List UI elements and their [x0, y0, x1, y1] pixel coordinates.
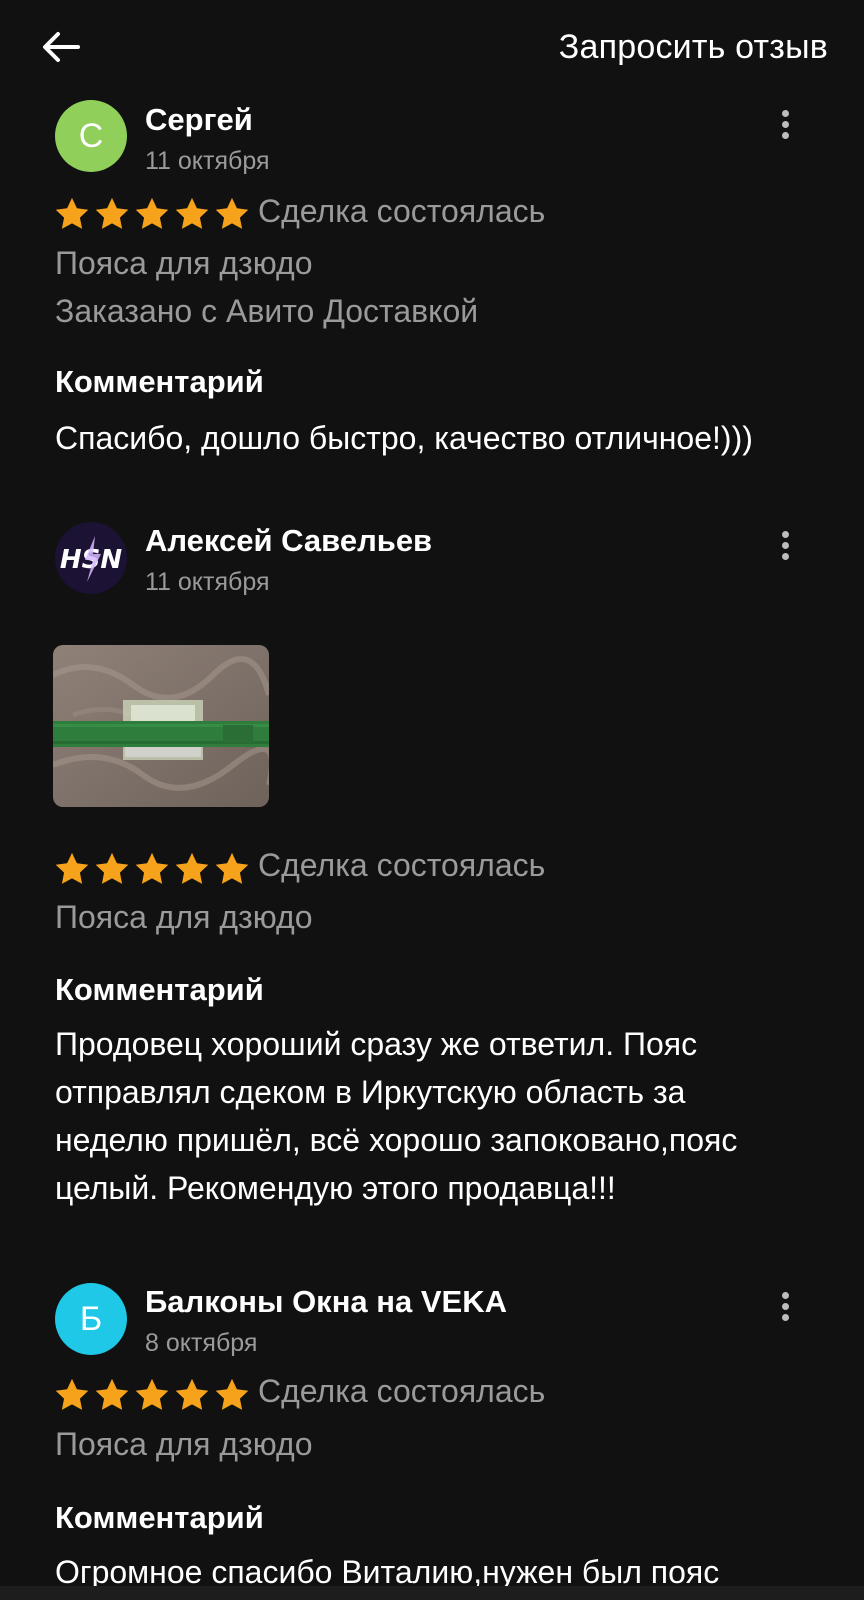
comment-label: Комментарий — [55, 1500, 264, 1535]
comment-line: целый. Рекомендую этого продавца!!! — [55, 1170, 616, 1206]
comment-label: Комментарий — [55, 972, 264, 1007]
item-title[interactable]: Пояса для дзюдо — [55, 899, 312, 936]
reviewer-name[interactable]: Балконы Окна на VEKA — [145, 1284, 507, 1320]
review-date: 11 октября — [145, 568, 270, 596]
review-photo[interactable] — [53, 645, 269, 807]
star-icon — [213, 1376, 251, 1414]
comment-line: Продовец хороший сразу же ответил. Пояс — [55, 1026, 698, 1062]
item-title[interactable]: Пояса для дзюдо — [55, 245, 312, 282]
star-icon — [53, 850, 91, 888]
arrow-left-icon — [43, 32, 80, 62]
more-options-button[interactable] — [770, 523, 800, 573]
dot-icon — [782, 531, 789, 538]
dot-icon — [782, 110, 789, 117]
dot-icon — [782, 121, 789, 128]
star-icon — [93, 195, 131, 233]
star-icon — [173, 195, 211, 233]
dot-icon — [782, 1314, 789, 1321]
deal-status: Сделка состоялась — [258, 193, 546, 229]
comment-line: отправлял сдеком в Иркутскую область за — [55, 1074, 686, 1110]
star-icon — [173, 1376, 211, 1414]
reviewer-name[interactable]: Сергей — [145, 102, 253, 138]
review-date: 8 октября — [145, 1329, 258, 1357]
dot-icon — [782, 1303, 789, 1310]
more-options-button[interactable] — [770, 1284, 800, 1334]
deal-status: Сделка состоялась — [258, 847, 546, 883]
comment-text: Спасибо, дошло быстро, качество отличное… — [55, 420, 753, 456]
top-bar: Запросить отзыв — [0, 0, 864, 100]
star-icon — [213, 850, 251, 888]
star-icon — [53, 195, 91, 233]
more-options-button[interactable] — [770, 102, 800, 152]
avatar[interactable]: Б — [55, 1283, 127, 1355]
avatar[interactable]: HSN — [55, 522, 127, 594]
star-icon — [133, 195, 171, 233]
user-logo-icon: HSN — [55, 522, 127, 594]
avatar[interactable]: С — [55, 100, 127, 172]
back-button[interactable] — [36, 24, 86, 74]
dot-icon — [782, 1292, 789, 1299]
dot-icon — [782, 553, 789, 560]
dot-icon — [782, 132, 789, 139]
star-icon — [93, 1376, 131, 1414]
comment-text: Продовец хороший сразу же ответил. Пояс … — [55, 1020, 845, 1212]
comment-label: Комментарий — [55, 364, 264, 399]
star-icon — [53, 1376, 91, 1414]
rating-stars — [53, 1376, 253, 1416]
star-icon — [213, 195, 251, 233]
delivery-info: Заказано с Авито Доставкой — [55, 293, 479, 329]
star-icon — [133, 850, 171, 888]
deal-status: Сделка состоялась — [258, 1373, 546, 1409]
review-date: 11 октября — [145, 147, 270, 175]
star-icon — [173, 850, 211, 888]
request-review-button[interactable]: Запросить отзыв — [559, 28, 828, 67]
item-title[interactable]: Пояса для дзюдо — [55, 1426, 312, 1463]
reviewer-name[interactable]: Алексей Савельев — [145, 523, 432, 559]
dot-icon — [782, 542, 789, 549]
star-icon — [93, 850, 131, 888]
rating-stars — [53, 195, 253, 235]
comment-line: неделю пришёл, всё хорошо запоковано,поя… — [55, 1122, 738, 1158]
bottom-bar — [0, 1586, 864, 1600]
star-icon — [133, 1376, 171, 1414]
green-belt-photo — [53, 645, 269, 807]
rating-stars — [53, 850, 253, 890]
